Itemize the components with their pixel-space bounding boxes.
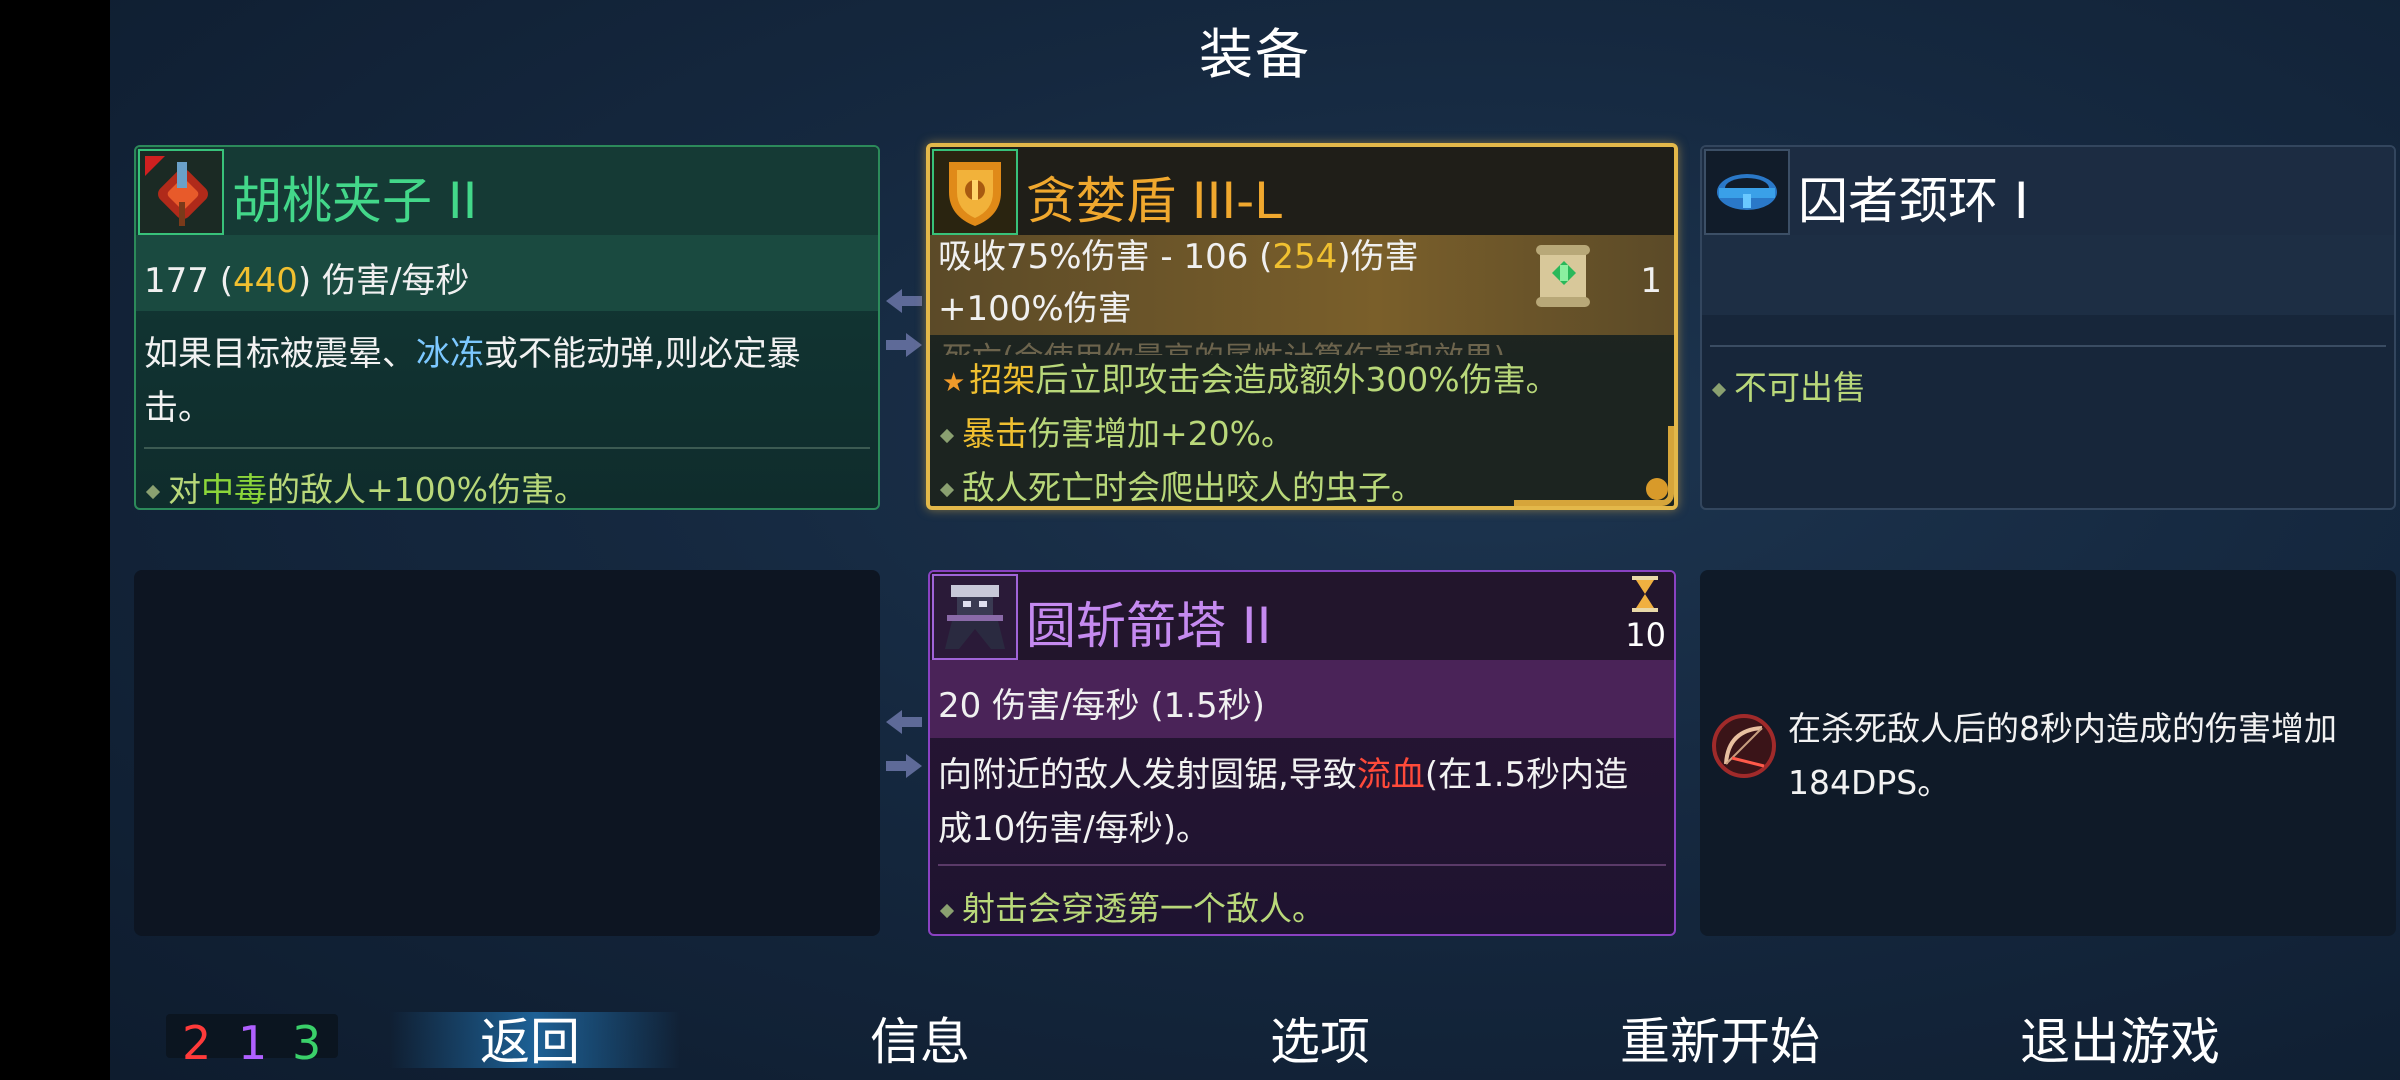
restart-button[interactable]: 重新开始 — [1590, 1002, 1850, 1074]
item-name: 胡桃夹子 II — [232, 172, 478, 230]
card-header: 圆斩箭塔 II 10 — [930, 572, 1674, 660]
quit-game-button[interactable]: 退出游戏 — [1990, 1002, 2250, 1074]
stat-text: 吸收75%伤害 - 106 ( — [938, 237, 1273, 277]
scroll-count: 1 — [1640, 261, 1662, 301]
collar-amulet-icon — [1704, 149, 1790, 235]
corner-gem-icon — [1646, 478, 1668, 500]
stat-highlight: 440 — [232, 261, 298, 301]
poison-keyword: 中毒 — [201, 470, 267, 509]
survival-count: 3 — [292, 1016, 322, 1070]
item-description: 向附近的敌人发射圆锯,导致流血(在1.5秒内造成10伤害/每秒)。 — [938, 748, 1658, 856]
bullet-diamond-icon — [939, 428, 955, 443]
divider — [144, 447, 870, 449]
star-icon: ★ — [942, 368, 966, 398]
back-button[interactable]: 返回 — [430, 1002, 630, 1074]
item-name: 贪婪盾 III-L — [1026, 172, 1283, 230]
options-button[interactable]: 选项 — [1240, 1002, 1400, 1074]
desc-text: 如果目标被震晕、 — [144, 334, 416, 374]
item-name: 圆斩箭塔 II — [1026, 597, 1272, 655]
bullet-diamond-icon — [939, 903, 955, 918]
screen-left-edge — [0, 0, 110, 1080]
affix-text: 不可出售 — [1734, 368, 1866, 407]
damage-bonus-stat: +100%伤害 — [938, 289, 1132, 329]
hourglass-icon — [1630, 574, 1660, 614]
scroll-counter: 2 1 3 — [166, 1014, 338, 1066]
stat-highlight: 254 — [1272, 237, 1338, 277]
screen-title: 装备 — [1199, 23, 1311, 86]
inventory-screen: 装备 胡桃夹子 II 177 (440) 伤害/每秒 如果目标被震晕、冰冻或不能… — [110, 0, 2400, 1080]
stat-band — [1702, 235, 2394, 315]
cooldown-seconds: 10 — [1625, 616, 1666, 654]
affix-line: ★ 招架后立即攻击会造成额外300%伤害。 — [942, 353, 1559, 401]
melee-weapon-card[interactable]: 胡桃夹子 II 177 (440) 伤害/每秒 如果目标被震晕、冰冻或不能动弹,… — [134, 145, 880, 510]
bleed-keyword: 流血 — [1356, 755, 1425, 795]
crit-keyword: 暴击 — [962, 414, 1028, 453]
card-header: 贪婪盾 III-L — [930, 147, 1674, 235]
bow-mutation-icon — [1708, 710, 1780, 782]
stat-text: )伤害 — [1337, 237, 1419, 277]
bullet-diamond-icon — [145, 484, 161, 499]
affix-text: 伤害增加+20%。 — [1028, 414, 1294, 453]
affix-line: 对中毒的敌人+100%伤害。 — [145, 463, 587, 509]
damage-stat: 20 伤害/每秒 (1.5秒) — [938, 686, 1265, 726]
nutcracker-weapon-icon — [138, 149, 224, 235]
amulet-card[interactable]: 囚者颈环 I 不可出售 — [1700, 145, 2396, 510]
affix-text: 射击会穿透第一个敌人。 — [962, 889, 1325, 928]
tactics-count: 1 — [238, 1016, 268, 1070]
item-name: 囚者颈环 I — [1798, 172, 2029, 230]
affix-line: 射击会穿透第一个敌人。 — [939, 882, 1325, 930]
bottom-menu: 2 1 3 返回 信息 选项 重新开始 退出游戏 — [110, 992, 2400, 1080]
scroll-icon — [1534, 243, 1594, 309]
affix-line: 不可出售 — [1711, 361, 1866, 409]
skill-card[interactable]: 圆斩箭塔 II 10 20 伤害/每秒 (1.5秒) 向附近的敌人发射圆锯,导致… — [928, 570, 1676, 936]
divider — [1710, 345, 2386, 347]
info-button[interactable]: 信息 — [840, 1002, 1000, 1074]
affix-text: 的敌人+100%伤害。 — [267, 470, 587, 509]
affix-text: 对 — [168, 470, 201, 509]
swap-arrows-icon[interactable] — [882, 285, 926, 365]
damage-stat: 177 (440) 伤害/每秒 — [144, 253, 469, 302]
affix-text: 敌人死亡时会爬出咬人的虫子。 — [962, 468, 1424, 507]
desc-text: 向附近的敌人发射圆锯,导致 — [938, 755, 1357, 795]
affix-text: 后立即攻击会造成额外300%伤害。 — [1035, 360, 1559, 399]
parry-keyword: 招架 — [969, 360, 1036, 399]
swap-arrows-icon[interactable] — [882, 706, 926, 786]
affix-line: 暴击伤害增加+20%。 — [939, 407, 1294, 455]
shield-card[interactable]: 贪婪盾 III-L 吸收75%伤害 - 106 (254)伤害 +100%伤害 … — [926, 143, 1678, 510]
mutation-description: 在杀死敌人后的8秒内造成的伤害增加184DPS。 — [1788, 709, 2337, 802]
shield-icon — [932, 149, 1018, 235]
brutality-count: 2 — [182, 1016, 212, 1070]
stat-base: 177 ( — [144, 261, 233, 301]
affix-line: 敌人死亡时会爬出咬人的虫子。 — [939, 461, 1424, 507]
bullet-diamond-icon — [939, 482, 955, 497]
absorb-stat: 吸收75%伤害 - 106 (254)伤害 — [938, 229, 1419, 278]
item-description: 如果目标被震晕、冰冻或不能动弹,则必定暴击。 — [144, 327, 862, 435]
freeze-keyword: 冰冻 — [416, 334, 484, 374]
saw-turret-icon — [932, 574, 1018, 660]
faded-affix-line: 死亡(会使用你最高的属性计算伤害和效果) — [942, 333, 1505, 355]
bullet-diamond-icon — [1711, 382, 1727, 397]
card-header: 胡桃夹子 II — [136, 147, 878, 235]
card-header: 囚者颈环 I — [1702, 147, 2394, 235]
mutation-card[interactable]: 在杀死敌人后的8秒内造成的伤害增加184DPS。 — [1700, 570, 2396, 936]
stat-tail: ) 伤害/每秒 — [297, 261, 470, 301]
divider — [938, 864, 1666, 866]
empty-skill-slot[interactable] — [134, 570, 880, 936]
